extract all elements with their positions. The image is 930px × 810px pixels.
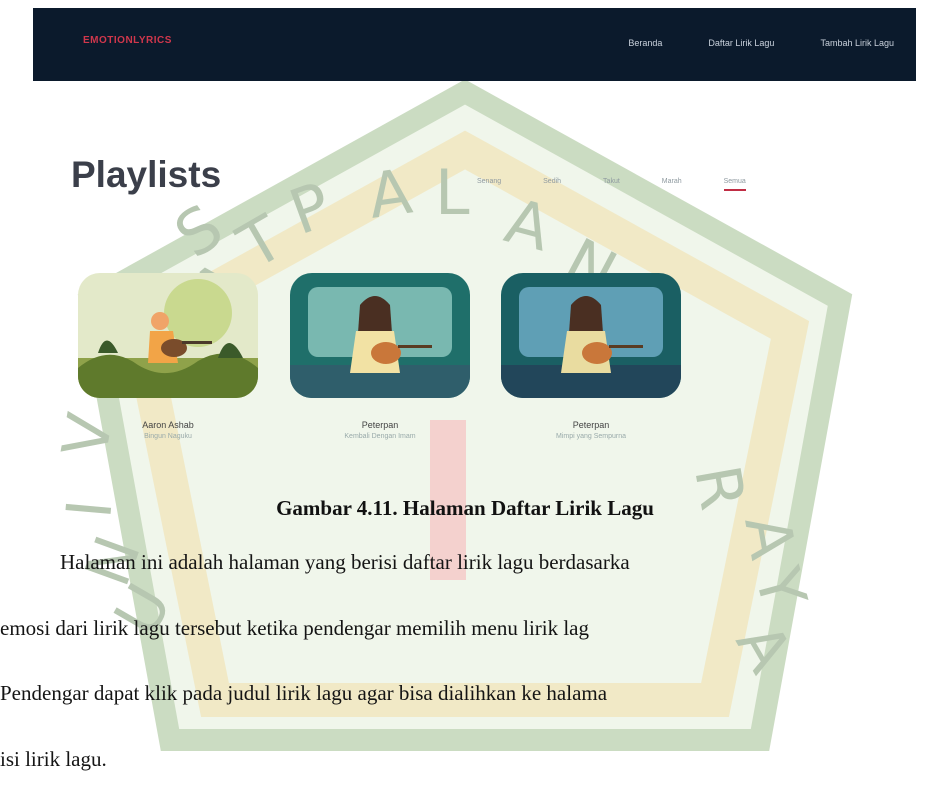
top-navbar: EMOTIONLYRICS Beranda Daftar Lirik Lagu … <box>33 8 916 81</box>
nav-link-tambah-lirik[interactable]: Tambah Lirik Lagu <box>820 38 894 48</box>
figure-caption: Gambar 4.11. Halaman Daftar Lirik Lagu <box>276 496 654 520</box>
card-subtitle: Bingun Naguku <box>144 433 192 440</box>
nav-link-daftar-lirik[interactable]: Daftar Lirik Lagu <box>708 38 774 48</box>
card-subtitle: Kembali Dengan Imam <box>344 433 416 440</box>
nav-links: Beranda Daftar Lirik Lagu Tambah Lirik L… <box>628 38 894 48</box>
girl-guitar-illustration[interactable] <box>290 273 470 398</box>
paragraph-line: Halaman ini adalah halaman yang berisi d… <box>60 550 630 574</box>
app-screenshot: EMOTIONLYRICS Beranda Daftar Lirik Lagu … <box>33 8 916 448</box>
playlist-card[interactable]: Peterpan Mimpi yang Sempurna <box>501 273 681 440</box>
card-title[interactable]: Peterpan <box>290 420 470 430</box>
playlist-card[interactable]: Peterpan Kembali Dengan Imam <box>290 273 470 440</box>
paragraph-line: isi lirik lagu. <box>0 747 107 771</box>
brand-logo[interactable]: EMOTIONLYRICS <box>83 35 172 46</box>
filter-tab-takut[interactable]: Takut <box>603 178 620 191</box>
card-title[interactable]: Aaron Ashab <box>78 420 258 430</box>
girl-guitar-illustration[interactable] <box>501 273 681 398</box>
nav-link-beranda[interactable]: Beranda <box>628 38 662 48</box>
card-subtitle: Mimpi yang Sempurna <box>555 433 627 440</box>
guitarist-outdoor-illustration[interactable] <box>78 273 258 398</box>
playlist-card[interactable]: Aaron Ashab Bingun Naguku <box>78 273 258 440</box>
card-title[interactable]: Peterpan <box>501 420 681 430</box>
paragraph-line: emosi dari lirik lagu tersebut ketika pe… <box>0 616 590 640</box>
emotion-filter-tabs: Senang Sedih Takut Marah Semua <box>477 178 747 191</box>
filter-tab-sedih[interactable]: Sedih <box>543 178 561 191</box>
page-title: Playlists <box>71 154 222 195</box>
filter-tab-semua[interactable]: Semua <box>723 178 747 191</box>
filter-tab-marah[interactable]: Marah <box>662 178 682 191</box>
paragraph-line: Pendengar dapat klik pada judul lirik la… <box>0 681 608 705</box>
filter-tab-senang[interactable]: Senang <box>477 178 501 191</box>
